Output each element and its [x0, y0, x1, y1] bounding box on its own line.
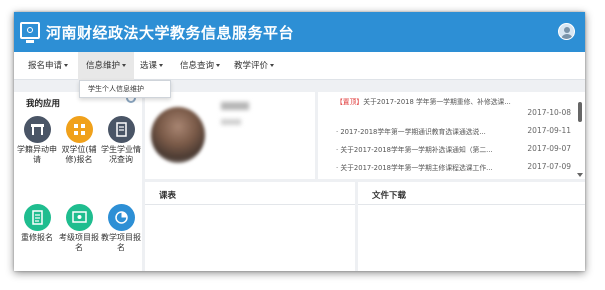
- schedule-panel: 课表: [145, 182, 355, 271]
- nav-item-info-query[interactable]: 信息查询: [172, 52, 228, 80]
- scrollbar-thumb[interactable]: [578, 102, 582, 122]
- my-apps-title: 我的应用: [26, 99, 61, 109]
- downloads-title: 文件下载: [372, 191, 407, 201]
- divider: [358, 204, 585, 205]
- app-window: 河南财经政法大学教务信息服务平台 报名申请 信息维护 选课 信息查询 教学评价 …: [14, 12, 585, 271]
- dropdown-item-student-info[interactable]: 学生个人信息维护: [79, 80, 171, 98]
- chevron-down-icon: [270, 64, 275, 67]
- divider: [145, 204, 355, 205]
- site-title: 河南财经政法大学教务信息服务平台: [46, 24, 295, 42]
- notice-item[interactable]: 【置顶】关于2017-2018 学年第一学期重修、补修选课...: [336, 96, 511, 106]
- nav-item-application[interactable]: 报名申请: [20, 52, 76, 80]
- app-teaching-project[interactable]: 教学项目报名: [100, 204, 142, 253]
- chevron-down-icon: [159, 64, 164, 67]
- app-academic-query[interactable]: 学生学业情况查询: [100, 116, 142, 165]
- chevron-down-icon: [122, 64, 127, 67]
- chevron-down-icon: [64, 64, 69, 67]
- nav-item-info-maintenance[interactable]: 信息维护: [78, 52, 135, 80]
- main-nav: 报名申请 信息维护 选课 信息查询 教学评价: [14, 52, 585, 80]
- nav-item-teaching-evaluation[interactable]: 教学评价: [226, 52, 282, 80]
- notice-item[interactable]: · 2017-2018学年第一学期通识教育选课通选说...: [336, 126, 486, 136]
- schedule-title: 课表: [159, 191, 177, 201]
- notice-date: 2017-10-08: [527, 108, 571, 117]
- logo-icon: [20, 22, 40, 43]
- scroll-down-arrow-icon[interactable]: [577, 173, 583, 177]
- app-exam-registration[interactable]: 考级项目报名: [58, 204, 100, 253]
- student-id-redacted: [221, 119, 241, 125]
- student-name-redacted: [221, 102, 249, 110]
- notice-item[interactable]: · 关于2017-2018学年第一学期补选课通知（第二...: [336, 144, 493, 154]
- pie-chart-icon: [107, 204, 135, 231]
- app-double-degree[interactable]: 双学位(辅修)报名: [58, 116, 100, 165]
- desk-icon: [23, 116, 51, 143]
- notice-date: 2017-07-09: [527, 162, 571, 171]
- notice-item[interactable]: · 关于2017-2018学年第一学期主修课程选课工作...: [336, 162, 493, 172]
- notice-date: 2017-09-07: [527, 144, 571, 153]
- nav-item-course-selection[interactable]: 选课: [132, 52, 171, 80]
- student-photo: [151, 107, 205, 163]
- top-header: 河南财经政法大学教务信息服务平台: [14, 12, 585, 52]
- downloads-panel: 文件下载: [358, 182, 585, 271]
- my-apps-panel: 我的应用 学籍异动申请 双学位(辅修)报名 学生学业情况查询 重修报名 考级项目…: [14, 92, 142, 271]
- app-enrollment-change[interactable]: 学籍异动申请: [16, 116, 58, 165]
- user-avatar-icon[interactable]: [558, 23, 575, 40]
- student-profile-card: [145, 92, 315, 179]
- notice-date: 2017-09-11: [527, 126, 571, 135]
- notice-list: 【置顶】关于2017-2018 学年第一学期重修、补修选课... 2017-10…: [318, 92, 585, 179]
- book-icon: [107, 116, 135, 143]
- chevron-down-icon: [216, 64, 221, 67]
- grid-icon: [65, 116, 93, 143]
- document-icon: [23, 204, 51, 231]
- certificate-icon: [65, 204, 93, 231]
- app-retake-registration[interactable]: 重修报名: [16, 204, 58, 243]
